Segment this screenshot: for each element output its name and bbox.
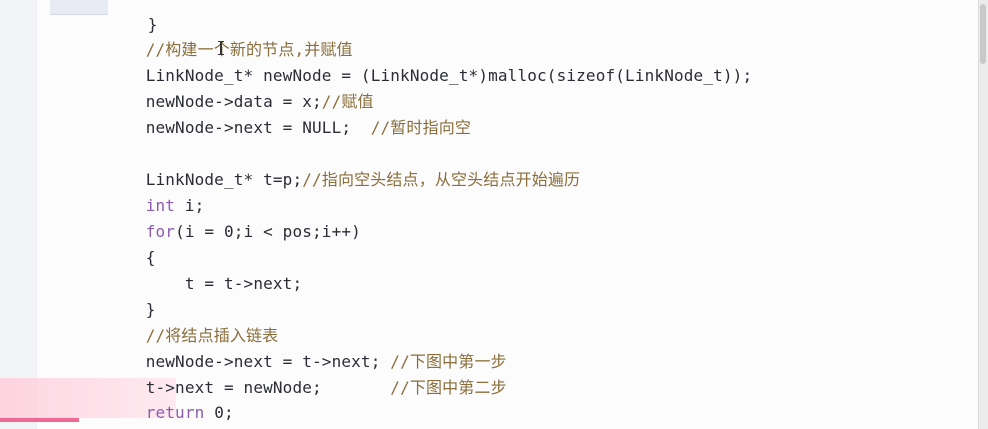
code-editor[interactable]: } //构建一个新的节点,并赋值 LinkNode_t* newNode = (… — [0, 0, 978, 429]
code-line-closing-brace-bottom: } — [45, 404, 114, 429]
code-line-comment-insert: //将结点插入链表 — [87, 303, 278, 345]
code-comment: //指向空头结点，从空头结点开始遍历 — [302, 170, 581, 189]
code-text: (i = 0;i < pos;i++) — [175, 222, 361, 241]
code-line-decl-i: int i; — [87, 173, 205, 215]
code-line-open-brace: { — [87, 225, 156, 267]
code-text: newNode->next = NULL; — [145, 118, 371, 137]
progress-accent-bar — [0, 418, 79, 422]
code-line-closing-brace-top: } — [89, 0, 158, 34]
code-line-close-brace: } — [87, 277, 156, 319]
code-line-for: for(i = 0;i < pos;i++) — [87, 199, 361, 241]
code-text: t = t->next; — [145, 274, 303, 293]
code-line-comment-build-node: //构建一个新的节点,并赋值 — [87, 17, 353, 59]
vertical-scrollbar[interactable] — [978, 0, 988, 429]
code-line-assign-next-null: newNode->next = NULL; //暂时指向空 — [87, 95, 471, 137]
text-cursor-icon — [218, 41, 224, 55]
code-line-link-t: t->next = newNode; //下图中第二步 — [87, 355, 507, 397]
code-line-malloc: LinkNode_t* newNode = (LinkNode_t*)mallo… — [87, 43, 752, 85]
code-text: 0; — [204, 403, 234, 422]
code-line-return: return 0; — [87, 380, 234, 422]
code-line-t-advance: t = t->next; — [87, 251, 302, 293]
scrollbar-thumb[interactable] — [980, 4, 986, 64]
code-line-link-next: newNode->next = t->next; //下图中第一步 — [87, 329, 507, 371]
editor-gutter — [0, 0, 37, 429]
code-comment: //下图中第二步 — [390, 378, 507, 397]
code-keyword: return — [145, 403, 205, 422]
code-line-assign-t: LinkNode_t* t=p;//指向空头结点，从空头结点开始遍历 — [87, 147, 580, 189]
code-comment: //暂时指向空 — [370, 118, 472, 137]
code-line-assign-data: newNode->data = x;//赋值 — [87, 69, 374, 111]
